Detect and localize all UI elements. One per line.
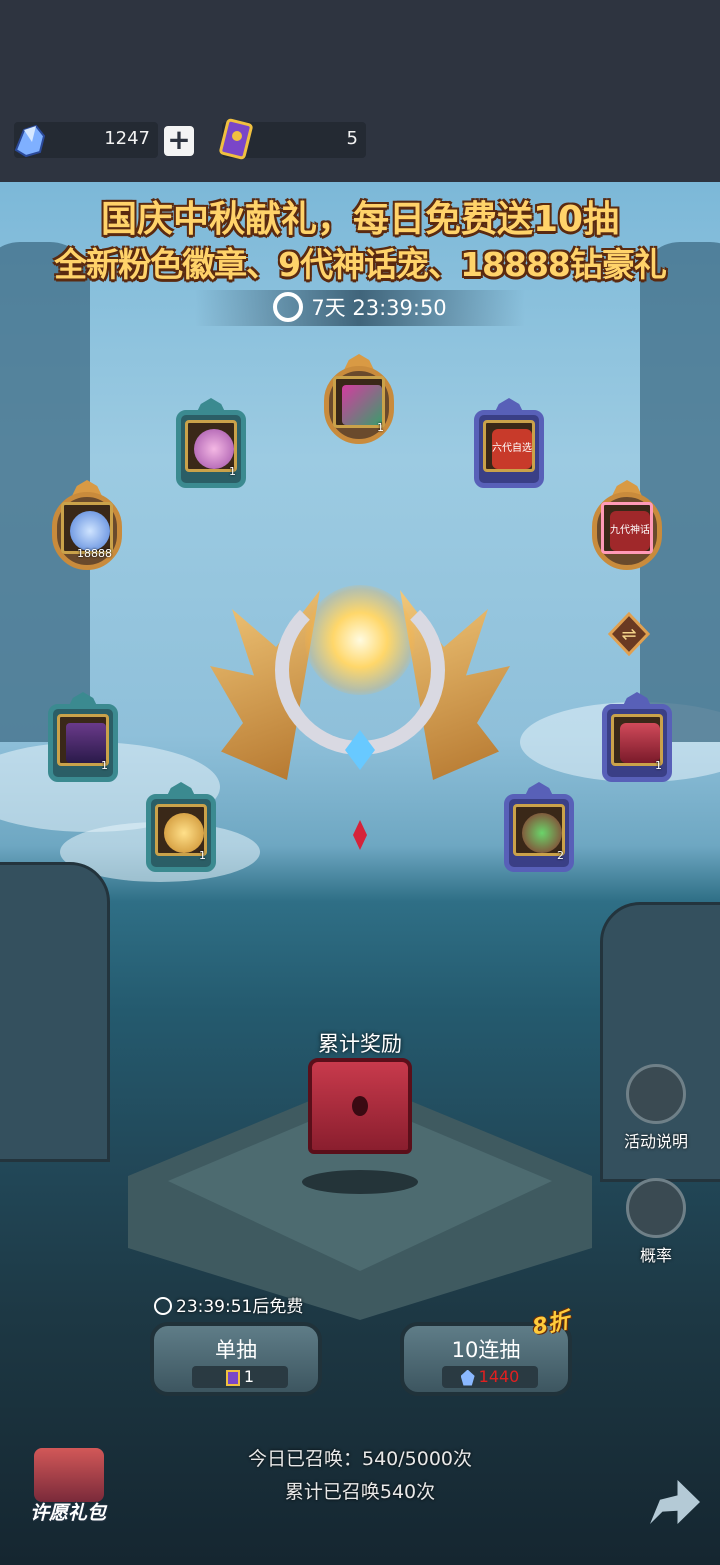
reward-count: 1 <box>377 421 384 434</box>
odds-scroll-icon <box>626 1178 686 1238</box>
clock-icon <box>154 1297 172 1315</box>
reward-count: 1 <box>655 759 662 772</box>
svg-text:⇌: ⇌ <box>621 624 636 645</box>
rules-label: 活动说明 <box>623 1132 688 1151</box>
scroll-icon <box>342 385 382 425</box>
gen6-select-icon: 六代自选 <box>492 429 532 469</box>
gem-icon <box>70 511 110 551</box>
swap-icon[interactable]: ⇌ <box>608 612 650 656</box>
fruit-icon <box>522 813 562 853</box>
summon-ticket-icon <box>225 1369 240 1386</box>
chest-icon <box>620 723 660 763</box>
summon-ticket-icon <box>219 118 253 160</box>
summon-emblem[interactable] <box>210 570 510 860</box>
wish-gift-pack-label: 许愿礼包 <box>29 1502 106 1524</box>
reward-slot-treasure-chest[interactable]: 1 <box>598 690 676 788</box>
pet-card-icon <box>66 723 106 763</box>
rules-icon <box>626 1064 686 1124</box>
cumulative-reward-chest[interactable] <box>308 1058 412 1154</box>
odds-label: 概率 <box>639 1246 672 1265</box>
badge-icon <box>194 429 234 469</box>
coin-bag-icon <box>164 813 204 853</box>
ten-cost-value: 1440 <box>478 1367 520 1386</box>
free-draw-timer: 23:39:51后免费 <box>154 1292 303 1317</box>
gem-icon <box>460 1369 475 1386</box>
single-draw-button[interactable]: 单抽 1 <box>150 1322 322 1396</box>
reward-count: 18888 <box>77 547 112 560</box>
event-countdown: 7天 23:39:50 <box>195 290 525 326</box>
reward-slot-fruit[interactable]: 2 <box>500 780 578 878</box>
reward-count: 1 <box>229 465 236 478</box>
ticket-count: 5 <box>346 128 358 149</box>
cumulative-reward-label: 累计奖励 <box>318 1032 402 1056</box>
single-draw-label: 单抽 <box>215 1338 257 1362</box>
emblem-ring <box>275 585 445 755</box>
gem-count: 1247 <box>104 128 150 149</box>
add-gems-button[interactable]: + <box>164 126 194 156</box>
reward-slot-pet-card[interactable]: 1 <box>44 690 122 788</box>
reward-count: 2 <box>557 849 564 862</box>
reward-slot-gen9-myth[interactable]: 九代神话 <box>588 478 666 576</box>
free-timer-text: 23:39:51后免费 <box>176 1297 304 1317</box>
reward-slot-coin-bag[interactable]: 1 <box>142 780 220 878</box>
single-draw-cost: 1 <box>192 1366 288 1388</box>
gem-icon <box>14 124 46 158</box>
wish-gift-pack-button[interactable]: 许愿礼包 <box>16 1442 120 1528</box>
rules-button[interactable]: 活动说明 <box>616 1064 696 1152</box>
reward-slot-gem-bundle[interactable]: 18888 <box>48 478 126 576</box>
chest-shadow <box>302 1170 418 1194</box>
ticket-counter: 5 <box>219 118 366 160</box>
reward-slot-pink-badge[interactable]: 1 <box>172 396 250 494</box>
odds-button[interactable]: 概率 <box>616 1178 696 1266</box>
reward-count: 1 <box>199 849 206 862</box>
clock-icon <box>273 292 304 322</box>
event-subtitle: 全新粉色徽章、9代神话宠、18888钻豪礼 <box>54 245 667 284</box>
countdown-text: 7天 23:39:50 <box>311 296 447 320</box>
ten-draw-cost: 1440 <box>442 1366 538 1388</box>
gift-box-icon <box>34 1448 104 1502</box>
single-cost-value: 1 <box>243 1367 255 1386</box>
emblem-drop-icon <box>353 820 367 850</box>
gen9-myth-icon: 九代神话 <box>610 511 650 551</box>
reward-count: 1 <box>101 759 108 772</box>
reward-slot-scroll[interactable]: 1 <box>320 352 398 450</box>
reward-slot-gen6-select[interactable]: 六代自选 <box>470 396 548 494</box>
gem-counter: 1247 <box>14 122 158 158</box>
event-title: 国庆中秋献礼，每日免费送10抽 <box>100 199 620 240</box>
